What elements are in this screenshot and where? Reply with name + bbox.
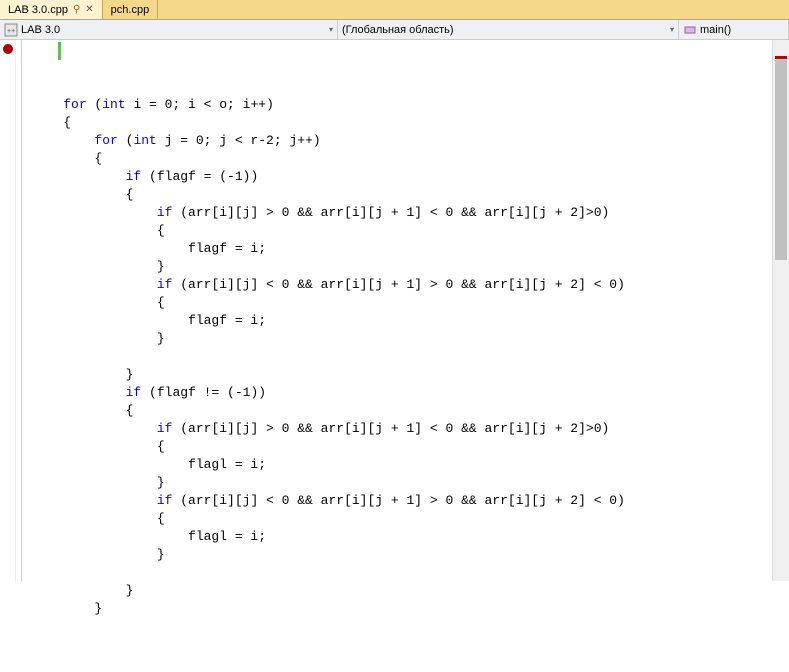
code-line[interactable]: if (arr[i][j] < 0 && arr[i][j + 1] > 0 &… — [32, 276, 789, 294]
code-line[interactable]: } — [32, 330, 789, 348]
nav-function-dropdown[interactable]: main() — [679, 20, 789, 39]
outline-column[interactable] — [16, 40, 30, 581]
code-line[interactable]: { — [32, 222, 789, 240]
file-tab-active[interactable]: LAB 3.0.cpp ⚲ ✕ — [0, 0, 103, 19]
svg-text:++: ++ — [7, 28, 15, 35]
nav-file-label: LAB 3.0 — [21, 24, 60, 36]
code-line[interactable]: flagl = i; — [32, 528, 789, 546]
nav-scope-dropdown[interactable]: (Глобальная область) ▾ — [338, 20, 679, 39]
code-line[interactable]: if (arr[i][j] > 0 && arr[i][j + 1] < 0 &… — [32, 204, 789, 222]
code-line[interactable]: { — [32, 294, 789, 312]
vertical-scrollbar[interactable] — [772, 40, 789, 581]
code-line[interactable]: { — [32, 114, 789, 132]
nav-file-dropdown[interactable]: ++ LAB 3.0 ▾ — [0, 20, 338, 39]
code-line[interactable]: for (int j = 0; j < r-2; j++) — [32, 132, 789, 150]
outline-line — [21, 40, 22, 581]
tab-label: LAB 3.0.cpp — [8, 4, 68, 16]
code-line[interactable]: flagf = i; — [32, 312, 789, 330]
breakpoint-marker[interactable] — [3, 44, 13, 54]
code-line[interactable]: { — [32, 150, 789, 168]
code-area[interactable]: for (int i = 0; i < o; i++) { for (int j… — [30, 40, 789, 581]
code-line[interactable] — [32, 348, 789, 366]
code-line[interactable] — [32, 564, 789, 582]
code-line[interactable]: flagl = i; — [32, 456, 789, 474]
code-line[interactable]: { — [32, 438, 789, 456]
code-line[interactable]: if (flagf != (-1)) — [32, 384, 789, 402]
nav-scope-label: (Глобальная область) — [342, 24, 454, 36]
code-line[interactable]: } — [32, 366, 789, 384]
cpp-file-icon: ++ — [4, 23, 18, 37]
code-line[interactable]: { — [32, 510, 789, 528]
tab-label: pch.cpp — [111, 4, 150, 16]
chevron-down-icon: ▾ — [670, 25, 674, 34]
code-line[interactable] — [32, 618, 789, 636]
scrollbar-thumb[interactable] — [775, 60, 787, 260]
code-line[interactable]: } — [32, 258, 789, 276]
code-line[interactable]: { — [32, 402, 789, 420]
code-line[interactable]: if (flagf = (-1)) — [32, 168, 789, 186]
close-icon[interactable]: ✕ — [85, 4, 93, 15]
scroll-breakpoint-marker — [775, 56, 787, 59]
code-line[interactable]: } — [32, 546, 789, 564]
file-tab[interactable]: pch.cpp — [103, 0, 159, 19]
code-line[interactable]: } — [32, 582, 789, 600]
code-editor[interactable]: for (int i = 0; i < o; i++) { for (int j… — [0, 40, 789, 581]
code-line[interactable]: } — [32, 600, 789, 618]
code-line[interactable]: if (arr[i][j] > 0 && arr[i][j + 1] < 0 &… — [32, 420, 789, 438]
navigation-bar: ++ LAB 3.0 ▾ (Глобальная область) ▾ main… — [0, 20, 789, 40]
pin-icon[interactable]: ⚲ — [73, 4, 80, 15]
code-line[interactable]: for (int i = 0; i < o; i++) — [32, 96, 789, 114]
code-line[interactable]: { — [32, 186, 789, 204]
breakpoint-gutter[interactable] — [0, 40, 16, 581]
nav-function-label: main() — [700, 24, 731, 36]
chevron-down-icon: ▾ — [329, 25, 333, 34]
code-line[interactable]: if (arr[i][j] < 0 && arr[i][j + 1] > 0 &… — [32, 492, 789, 510]
change-marker — [58, 42, 61, 60]
code-line[interactable]: } — [32, 474, 789, 492]
function-icon — [683, 23, 697, 37]
tab-bar: LAB 3.0.cpp ⚲ ✕ pch.cpp — [0, 0, 789, 20]
code-line[interactable]: flagf = i; — [32, 240, 789, 258]
